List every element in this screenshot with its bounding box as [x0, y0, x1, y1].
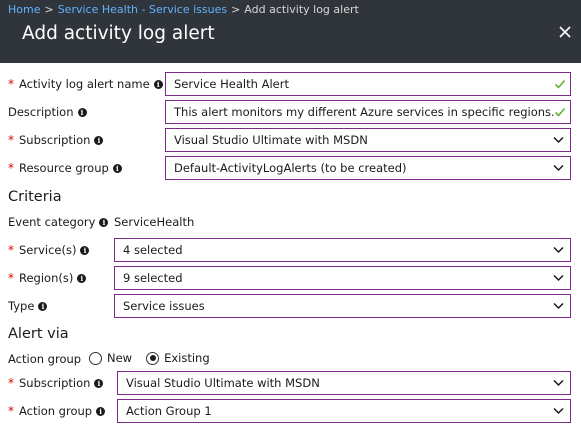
regions-select[interactable]: 9 selected: [114, 266, 571, 290]
alert-name-label-wrap: * Activity log alert name i: [8, 77, 163, 91]
services-select[interactable]: 4 selected: [114, 238, 571, 262]
resource-group-label: Resource group: [19, 161, 109, 175]
action-group-label-wrap: * Action group i: [8, 404, 106, 418]
type-label-wrap: Type i: [8, 299, 48, 313]
regions-label-wrap: * Region(s) i: [8, 271, 87, 285]
radio-existing[interactable]: Existing: [146, 351, 210, 365]
action-group-value: Action Group 1: [126, 404, 212, 418]
radio-new[interactable]: New: [89, 351, 132, 365]
action-group-select[interactable]: Action Group 1: [117, 399, 571, 423]
info-icon[interactable]: i: [77, 273, 87, 283]
close-icon[interactable]: [557, 24, 573, 40]
action-group-radio-group: New Existing: [89, 351, 224, 365]
subscription-row: * Subscription i Visual Studio Ultimate …: [0, 128, 581, 152]
alert-subscription-row: * Subscription i Visual Studio Ultimate …: [0, 371, 581, 395]
resource-group-select[interactable]: Default-ActivityLogAlerts (to be created…: [165, 156, 571, 180]
subscription-label: Subscription: [19, 133, 91, 147]
action-group-mode-label-wrap: Action group: [8, 352, 81, 366]
info-icon[interactable]: i: [99, 217, 109, 227]
required-marker: *: [8, 243, 14, 257]
alert-subscription-label-wrap: * Subscription i: [8, 376, 104, 390]
info-icon[interactable]: i: [38, 301, 48, 311]
required-marker: *: [8, 77, 14, 91]
radio-existing-circle[interactable]: [146, 351, 160, 365]
event-category-row: Event category i ServiceHealth: [0, 210, 581, 234]
required-marker: *: [8, 161, 14, 175]
alert-name-value: Service Health Alert: [174, 77, 289, 91]
chevron-down-icon: [553, 246, 564, 254]
required-marker: *: [8, 133, 14, 147]
type-select[interactable]: Service issues: [114, 294, 571, 318]
resource-group-value: Default-ActivityLogAlerts (to be created…: [174, 161, 407, 175]
breadcrumb-home-link[interactable]: Home: [8, 3, 40, 16]
chevron-down-icon: [553, 379, 564, 387]
description-value: This alert monitors my different Azure s…: [174, 105, 555, 119]
alert-via-heading: Alert via: [8, 326, 69, 342]
radio-new-label: New: [107, 351, 133, 365]
chevron-down-icon: [553, 164, 564, 172]
chevron-down-icon: [553, 407, 564, 415]
regions-label: Region(s): [19, 271, 74, 285]
info-icon[interactable]: i: [77, 107, 87, 117]
info-icon[interactable]: i: [96, 406, 106, 416]
regions-row: * Region(s) i 9 selected: [0, 266, 581, 290]
action-group-row: * Action group i Action Group 1: [0, 399, 581, 423]
breadcrumb-current: Add activity log alert: [244, 3, 359, 16]
resource-group-row: * Resource group i Default-ActivityLogAl…: [0, 156, 581, 180]
event-category-value: ServiceHealth: [114, 215, 195, 229]
alert-subscription-label: Subscription: [19, 376, 91, 390]
alert-subscription-select[interactable]: Visual Studio Ultimate with MSDN: [117, 371, 571, 395]
required-marker: *: [8, 404, 14, 418]
required-marker: *: [8, 376, 14, 390]
radio-new-circle[interactable]: [89, 351, 102, 365]
description-label-wrap: Description i: [8, 105, 87, 119]
regions-value: 9 selected: [123, 271, 183, 285]
alert-name-row: * Activity log alert name i Service Heal…: [0, 72, 581, 96]
breadcrumb-separator: >: [44, 3, 54, 16]
radio-existing-label: Existing: [164, 351, 210, 365]
info-icon[interactable]: i: [80, 245, 90, 255]
description-input[interactable]: This alert monitors my different Azure s…: [165, 100, 571, 124]
services-label-wrap: * Service(s) i: [8, 243, 90, 257]
subscription-value: Visual Studio Ultimate with MSDN: [174, 133, 368, 147]
description-label: Description: [8, 105, 74, 119]
blade-title: Add activity log alert: [22, 23, 215, 44]
alert-name-input[interactable]: Service Health Alert: [165, 72, 571, 96]
alert-name-label: Activity log alert name: [19, 77, 150, 91]
info-icon[interactable]: i: [94, 378, 104, 388]
event-category-label-wrap: Event category i: [8, 215, 109, 229]
info-icon[interactable]: i: [94, 135, 104, 145]
type-label: Type: [8, 299, 35, 313]
event-category-label: Event category: [8, 215, 96, 229]
chevron-down-icon: [553, 136, 564, 144]
services-label: Service(s): [19, 243, 77, 257]
check-icon: [554, 107, 566, 117]
alert-subscription-value: Visual Studio Ultimate with MSDN: [126, 376, 320, 390]
action-group-mode-label: Action group: [8, 352, 82, 366]
action-group-label: Action group: [19, 404, 93, 418]
check-icon: [554, 79, 566, 89]
info-icon[interactable]: i: [112, 163, 122, 173]
services-row: * Service(s) i 4 selected: [0, 238, 581, 262]
description-row: Description i This alert monitors my dif…: [0, 100, 581, 124]
required-marker: *: [8, 271, 14, 285]
resource-group-label-wrap: * Resource group i: [8, 161, 122, 175]
action-group-mode-row: Action group: [0, 347, 581, 371]
services-value: 4 selected: [123, 243, 183, 257]
breadcrumb-separator: >: [231, 3, 241, 16]
info-icon[interactable]: i: [153, 79, 163, 89]
subscription-select[interactable]: Visual Studio Ultimate with MSDN: [165, 128, 571, 152]
breadcrumb: Home > Service Health - Service issues > Add…: [8, 3, 359, 16]
subscription-label-wrap: * Subscription i: [8, 133, 104, 147]
chevron-down-icon: [553, 274, 564, 282]
type-row: Type i Service issues: [0, 294, 581, 318]
blade-header: Home > Service Health - Service issues > Add…: [0, 0, 581, 63]
type-value: Service issues: [123, 299, 205, 313]
chevron-down-icon: [553, 302, 564, 310]
criteria-heading: Criteria: [8, 189, 62, 205]
breadcrumb-service-health-link[interactable]: Service Health - Service issues: [58, 3, 227, 16]
